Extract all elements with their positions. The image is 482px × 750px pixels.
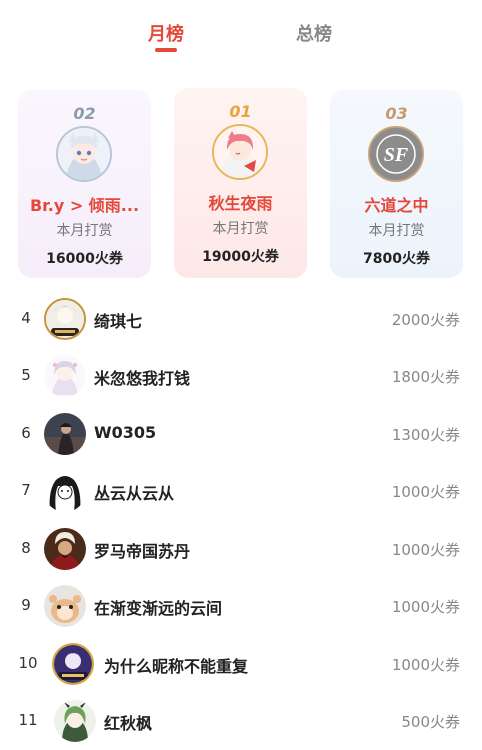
avatar	[44, 528, 86, 570]
avatar	[44, 298, 86, 340]
reward-amount: 1000火券	[391, 598, 460, 616]
rank-number: 5	[21, 366, 31, 384]
reward-amount: 7800火券	[363, 251, 430, 267]
reward-amount: 1800火券	[391, 368, 460, 386]
list-item[interactable]: 10 为什么昵称不能重复 1000火券	[0, 639, 482, 689]
rank-number: 01	[229, 102, 252, 121]
avatar	[54, 700, 96, 742]
monthly-reward-caption: 本月打赏	[212, 221, 269, 237]
monthly-reward-caption: 本月打赏	[56, 223, 113, 239]
tab-monthly[interactable]: 月榜	[148, 20, 184, 46]
avatar	[44, 413, 86, 455]
rank-number: 02	[73, 104, 96, 123]
sf-logo-text: SF	[384, 144, 409, 166]
rank-number: 6	[21, 424, 31, 442]
avatar	[44, 585, 86, 627]
list-item[interactable]: 9 在渐变渐远的云间 1000火券	[0, 581, 482, 631]
avatar	[212, 124, 268, 180]
avatar: SF	[368, 126, 424, 182]
user-name: 米忽悠我打钱	[94, 369, 191, 388]
reward-amount: 16000火券	[46, 251, 123, 267]
reward-amount: 1000火券	[391, 541, 460, 559]
ranking-tabs: 月榜 总榜	[0, 0, 482, 70]
reward-amount: 1300火券	[391, 426, 460, 444]
rank-number: 11	[18, 711, 38, 729]
user-name: 罗马帝国苏丹	[94, 542, 191, 561]
active-tab-indicator	[155, 48, 177, 52]
reward-amount: 19000火券	[202, 249, 279, 265]
rank-number: 4	[21, 309, 31, 327]
user-name: 在渐变渐远的云间	[94, 599, 223, 618]
user-name: 为什么昵称不能重复	[104, 657, 249, 676]
user-name: 绮琪七	[94, 312, 143, 331]
avatar	[52, 643, 94, 685]
top-user-name: Br.y > 倾雨...	[29, 196, 140, 215]
avatar	[44, 470, 86, 512]
reward-amount: 1000火券	[391, 483, 460, 501]
list-item[interactable]: 11 红秋枫 500火券	[0, 696, 482, 746]
user-name: W0305	[94, 423, 157, 442]
reward-amount: 500火券	[401, 713, 460, 731]
tab-total[interactable]: 总榜	[296, 20, 332, 46]
rank-number: 7	[21, 481, 31, 499]
reward-amount: 2000火券	[391, 311, 460, 329]
top-user-name: 秋生夜雨	[208, 194, 273, 213]
reward-amount: 1000火券	[391, 656, 460, 674]
user-name: 丛云从云从	[94, 484, 175, 503]
list-item[interactable]: 4 绮琪七 2000火券	[0, 294, 482, 344]
list-item[interactable]: 7 丛云从云从 1000火券	[0, 466, 482, 516]
podium-card-second[interactable]: 02 Br.y > 倾雨... 本月打赏 16000火券	[18, 90, 151, 278]
user-name: 红秋枫	[104, 714, 153, 733]
top-three-podium: 02 Br.y > 倾雨... 本月打赏 16000火券 01 秋生夜雨 本月打…	[18, 88, 464, 278]
list-item[interactable]: 6 W0305 1300火券	[0, 409, 482, 459]
avatar	[44, 355, 86, 397]
podium-card-first[interactable]: 01 秋生夜雨 本月打赏 19000火券	[174, 88, 307, 278]
rank-number: 10	[18, 654, 38, 672]
podium-card-third[interactable]: 03 SF 六道之中 本月打赏 7800火券	[330, 90, 463, 278]
rank-number: 8	[21, 539, 31, 557]
avatar	[56, 126, 112, 182]
rank-number: 03	[385, 104, 408, 123]
list-item[interactable]: 8 罗马帝国苏丹 1000火券	[0, 524, 482, 574]
monthly-reward-caption: 本月打赏	[368, 223, 425, 239]
rank-number: 9	[21, 596, 31, 614]
list-item[interactable]: 5 米忽悠我打钱 1800火券	[0, 351, 482, 401]
top-user-name: 六道之中	[364, 196, 429, 215]
